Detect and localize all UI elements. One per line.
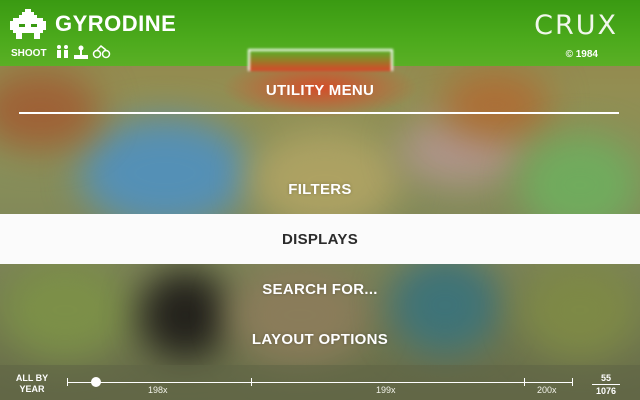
menu-item-search-for[interactable]: SEARCH FOR... <box>0 264 640 314</box>
timeline-tick <box>251 378 252 386</box>
timeline-track[interactable] <box>67 382 573 383</box>
decade-label-200x: 200x <box>537 385 557 395</box>
menu-item-filters[interactable]: FILTERS <box>0 164 640 214</box>
controller-icon <box>92 44 111 59</box>
menu-item-label: FILTERS <box>288 180 352 198</box>
menu-item-label: DISPLAYS <box>281 230 359 248</box>
total-count: 1076 <box>595 386 617 396</box>
timeline-tick <box>67 378 68 386</box>
genre-label: SHOOT <box>11 48 47 59</box>
current-position: 55 <box>592 373 620 385</box>
sort-label-line1: ALL BY <box>15 373 49 383</box>
menu-title: UTILITY MENU <box>265 82 375 99</box>
game-title: GYRODINE <box>55 11 177 36</box>
timeline-position-knob[interactable] <box>91 377 101 387</box>
menu-item-label: SEARCH FOR... <box>262 280 378 298</box>
spaceship-logo-icon <box>10 9 46 39</box>
player-info-icons <box>57 44 111 59</box>
decade-label-199x: 199x <box>376 385 396 395</box>
sort-mode-label: ALL BY YEAR <box>12 373 52 395</box>
year-timeline-bar: ALL BY YEAR 198x 199x 200x 55 1076 <box>0 365 640 400</box>
two-players-icon <box>57 45 68 58</box>
game-marquee-thumbnail <box>248 49 393 71</box>
menu-item-label: LAYOUT OPTIONS <box>251 330 389 348</box>
decade-label-198x: 198x <box>148 385 168 395</box>
menu-divider <box>19 112 619 114</box>
sort-label-line2: YEAR <box>19 384 45 394</box>
timeline-tick <box>524 378 525 386</box>
game-position-counter: 55 1076 <box>592 373 620 396</box>
menu-item-layout-options[interactable]: LAYOUT OPTIONS <box>0 314 640 364</box>
timeline-tick <box>572 378 573 386</box>
brand-logo: CRUX <box>534 10 618 41</box>
menu-item-displays[interactable]: DISPLAYS <box>0 214 640 264</box>
joystick-icon <box>74 45 88 59</box>
copyright-year: © 1984 <box>565 49 598 60</box>
